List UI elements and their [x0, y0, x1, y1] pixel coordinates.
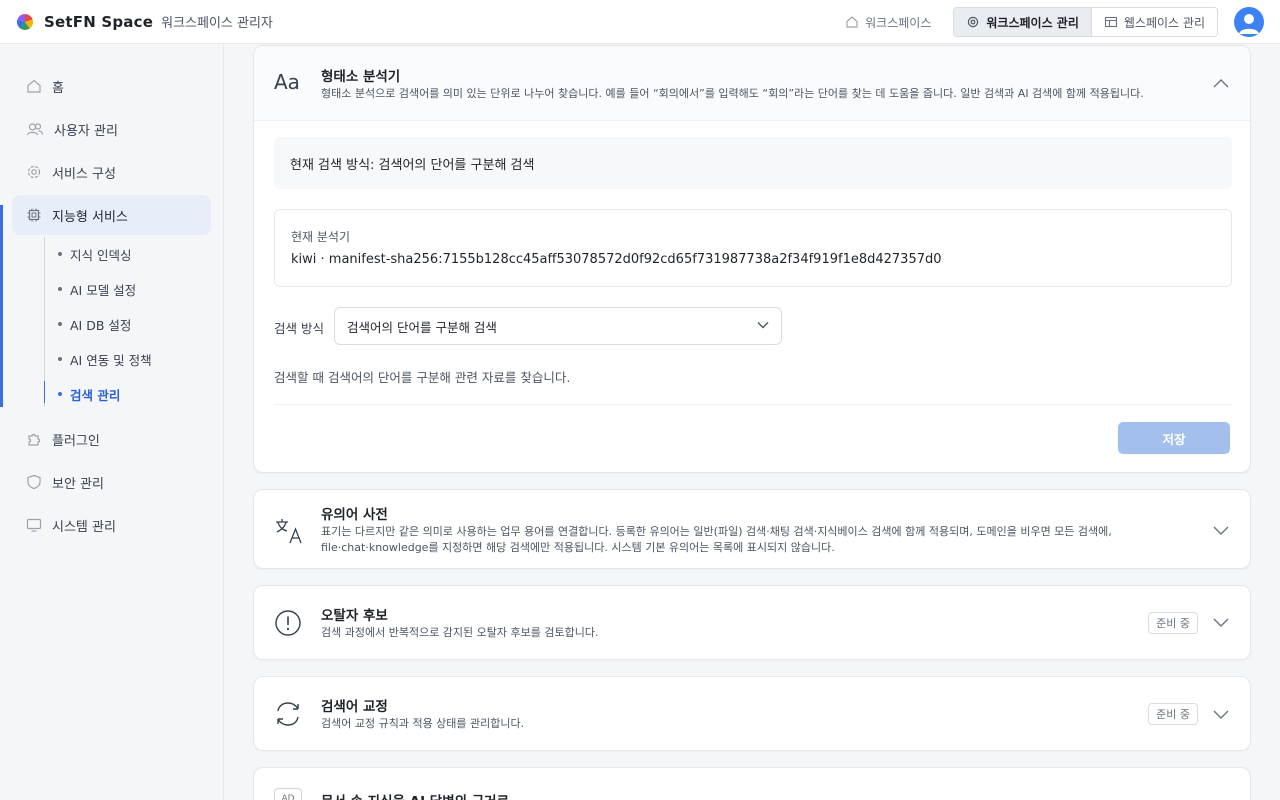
bullet-dot — [58, 392, 62, 396]
workspace-link[interactable]: 워크스페이스 — [833, 7, 943, 37]
bullet-dot — [58, 252, 62, 256]
status-badge: 준비 중 — [1148, 703, 1198, 725]
card-header[interactable] — [254, 46, 1250, 120]
active-section-indicator — [0, 205, 3, 407]
subitem-label: AI 모델 설정 — [70, 282, 137, 298]
search-mode-help: 검색할 때 검색어의 단어를 구분해 관련 자료를 찾습니다. — [274, 370, 571, 385]
card-description: 검색 과정에서 반복적으로 감지된 오탈자 후보를 검토합니다. — [321, 626, 599, 639]
document-knowledge-card[interactable]: AD 문서 속 지식을 AI 답변의 근거로 — [253, 767, 1251, 800]
chip-icon — [27, 208, 41, 222]
synonym-card[interactable]: 유의어 사전 표기는 다르지만 같은 의미로 사용하는 업무 용어를 연결합니다… — [253, 489, 1251, 569]
card-title: 검색어 교정 — [321, 699, 388, 715]
subitem-ai-model[interactable]: AI 모델 설정 — [58, 279, 136, 299]
sidebar-item-intelligent[interactable]: 지능형 서비스 — [12, 195, 211, 235]
subitem-ai-policy[interactable]: AI 연동 및 정책 — [58, 349, 152, 369]
subitem-label: AI 연동 및 정책 — [70, 352, 152, 368]
sidebar-item-label: 사용자 관리 — [54, 123, 118, 139]
home-icon — [846, 16, 858, 28]
divider — [274, 404, 1232, 405]
sidebar-item-label: 서비스 구성 — [52, 166, 116, 182]
chevron-down-icon[interactable] — [1212, 709, 1230, 721]
layout-icon — [1104, 16, 1117, 28]
subitem-label: 지식 인덱싱 — [70, 247, 132, 263]
sidebar-item-label: 홈 — [52, 80, 64, 96]
logo-icon — [16, 13, 34, 30]
user-avatar-icon — [1239, 14, 1259, 34]
brand[interactable]: SetFN Space 워크스페이스 관리자 — [16, 12, 273, 31]
puzzle-icon — [28, 433, 41, 446]
card-description: 형태소 분석으로 검색어를 의미 있는 단위로 나누어 찾습니다. 예를 들어 … — [321, 87, 1144, 100]
status-badge: 준비 중 — [1148, 612, 1198, 634]
sidebar-item-plugins[interactable]: 플러그인 — [12, 419, 211, 459]
card-title: 형태소 분석기 — [321, 69, 401, 85]
subitem-ai-db[interactable]: AI DB 설정 — [58, 314, 131, 334]
search-mode-select[interactable]: 검색어의 단어를 구분해 검색 — [334, 307, 782, 345]
subitem-search-admin[interactable]: 검색 관리 — [58, 384, 120, 404]
chevron-down-icon[interactable] — [1212, 617, 1230, 629]
brand-name: SetFN Space — [44, 12, 154, 31]
chevron-down-icon[interactable] — [1212, 525, 1230, 537]
current-mode-text: 현재 검색 방식: 검색어의 단어를 구분해 검색 — [290, 157, 535, 173]
document-ai-icon: AD — [274, 788, 302, 800]
sidebar-item-security[interactable]: 보안 관리 — [12, 462, 211, 502]
translate-icon — [276, 519, 302, 544]
sidebar-item-label: 시스템 관리 — [52, 519, 116, 535]
top-bar: SetFN Space 워크스페이스 관리자 워크스페이스 워크스페이스 관리 … — [0, 0, 1280, 44]
sidebar-item-users[interactable]: 사용자 관리 — [12, 109, 211, 149]
alert-circle-icon — [275, 610, 301, 636]
analyzer-value: kiwi · manifest-sha256:7155b128cc45aff53… — [291, 252, 942, 267]
workspace-link-label: 워크스페이스 — [865, 15, 932, 30]
search-mode-label: 검색 방식 — [274, 321, 324, 336]
sidebar-item-label: 지능형 서비스 — [52, 209, 128, 225]
avatar[interactable] — [1234, 7, 1264, 37]
bullet-dot — [58, 357, 62, 361]
admin-switch: 워크스페이스 관리 웹스페이스 관리 — [953, 7, 1218, 37]
analyzer-info-box: 현재 분석기 kiwi · manifest-sha256:7155b128cc… — [274, 209, 1232, 287]
sidebar-item-services[interactable]: 서비스 구성 — [12, 152, 211, 192]
top-nav: 워크스페이스 워크스페이스 관리 웹스페이스 관리 — [833, 7, 1218, 37]
chevron-down-icon — [757, 322, 769, 329]
sidebar-item-system[interactable]: 시스템 관리 — [12, 505, 211, 545]
chevron-up-icon[interactable] — [1212, 77, 1230, 89]
gear-icon — [968, 16, 979, 28]
morph-analyzer-card: Aa 형태소 분석기 형태소 분석으로 검색어를 의미 있는 단위로 나누어 찾… — [253, 45, 1251, 473]
card-description: 검색어 교정 규칙과 적용 상태를 관리합니다. — [321, 717, 525, 730]
webspace-admin-label: 웹스페이스 관리 — [1123, 15, 1205, 30]
gear-icon — [27, 165, 41, 179]
subitem-label: AI DB 설정 — [70, 317, 132, 333]
submenu-active-line — [44, 381, 45, 403]
bullet-dot — [58, 322, 62, 326]
text-size-icon: Aa — [274, 70, 300, 94]
current-mode-box: 현재 검색 방식: 검색어의 단어를 구분해 검색 — [274, 137, 1232, 189]
shield-icon — [27, 474, 41, 490]
workspace-admin-label: 워크스페이스 관리 — [986, 15, 1079, 30]
bullet-dot — [58, 287, 62, 291]
sidebar-item-label: 플러그인 — [52, 433, 100, 449]
card-title: 유의어 사전 — [321, 507, 388, 523]
search-mode-value: 검색어의 단어를 구분해 검색 — [347, 319, 497, 335]
subitem-knowledge-indexing[interactable]: 지식 인덱싱 — [58, 244, 131, 264]
sidebar: 홈 사용자 관리 서비스 구성 지능형 서비스 지식 인덱싱 AI 모델 설정 … — [0, 45, 224, 800]
monitor-icon — [26, 518, 42, 532]
sidebar-item-home[interactable]: 홈 — [12, 66, 211, 106]
brand-subtitle: 워크스페이스 관리자 — [161, 16, 273, 31]
card-title: 오탈자 후보 — [321, 608, 388, 624]
home-icon — [27, 79, 41, 93]
card-title: 문서 속 지식을 AI 답변의 근거로 — [321, 790, 509, 800]
divider — [254, 120, 1250, 121]
sidebar-item-label: 보안 관리 — [52, 476, 104, 492]
card-description-line2: file·chat·knowledge를 지정하면 해당 검색에만 적용됩니다.… — [321, 541, 835, 554]
analyzer-label: 현재 분석기 — [291, 230, 351, 244]
subitem-label: 검색 관리 — [70, 387, 121, 403]
workspace-admin-tab[interactable]: 워크스페이스 관리 — [954, 8, 1092, 36]
correction-card[interactable]: 검색어 교정 검색어 교정 규칙과 적용 상태를 관리합니다. 준비 중 — [253, 676, 1251, 751]
typo-card[interactable]: 오탈자 후보 검색 과정에서 반복적으로 감지된 오탈자 후보를 검토합니다. … — [253, 585, 1251, 660]
refresh-icon — [277, 702, 299, 726]
save-button[interactable]: 저장 — [1118, 422, 1230, 454]
users-icon — [26, 123, 44, 136]
webspace-admin-tab[interactable]: 웹스페이스 관리 — [1091, 8, 1217, 36]
